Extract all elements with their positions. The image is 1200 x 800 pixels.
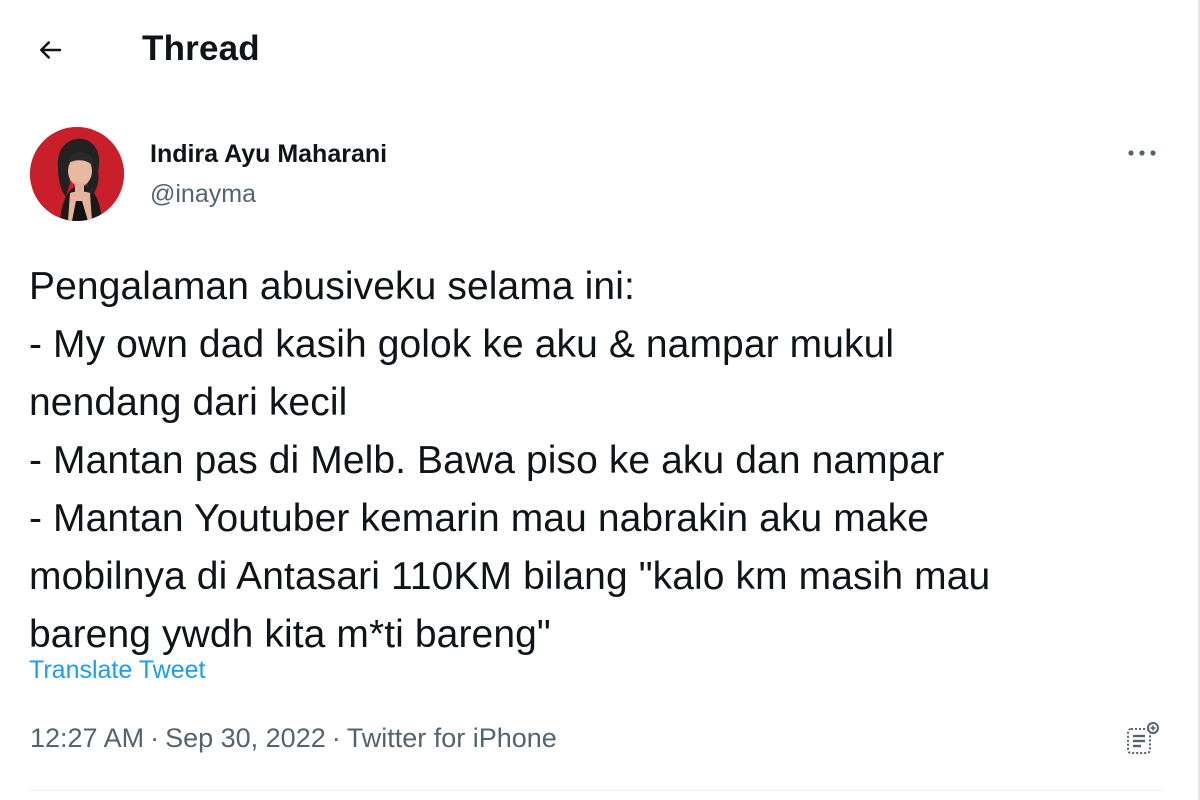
avatar[interactable]: [30, 127, 124, 221]
tweet-thread-page: Thread Indira Ayu Maharani @inayma Penga…: [0, 0, 1200, 800]
tweet-date[interactable]: Sep 30, 2022: [165, 723, 326, 753]
tweet-meta: 12:27 AM · Sep 30, 2022 · Twitter for iPhone: [30, 721, 557, 755]
analytics-button[interactable]: [1122, 718, 1164, 760]
tweet-source[interactable]: Twitter for iPhone: [347, 723, 557, 753]
analytics-icon: [1127, 722, 1159, 754]
tweet-text-line: Pengalaman abusiveku selama ini:: [29, 265, 635, 308]
translate-tweet-link[interactable]: Translate Tweet: [29, 654, 205, 686]
author-name[interactable]: Indira Ayu Maharani: [150, 138, 387, 170]
tweet-text-line: mobilnya di Antasari 110KM bilang "kalo …: [29, 555, 991, 598]
tweet-text: Pengalaman abusiveku selama ini: - My ow…: [29, 258, 1179, 664]
back-button[interactable]: [30, 30, 70, 70]
author-handle[interactable]: @inayma: [150, 178, 256, 210]
thread-header: Thread: [0, 0, 1198, 100]
meta-separator: ·: [150, 723, 160, 753]
divider: [29, 790, 1163, 791]
avatar-image: [30, 127, 124, 221]
more-horizontal-icon: [1128, 150, 1156, 156]
tweet-time[interactable]: 12:27 AM: [30, 723, 144, 753]
page-title: Thread: [142, 29, 260, 68]
tweet-text-line: - Mantan pas di Melb. Bawa piso ke aku d…: [29, 439, 945, 482]
tweet-text-line: - My own dad kasih golok ke aku & nampar…: [29, 323, 895, 366]
meta-separator: ·: [331, 723, 341, 753]
more-options-button[interactable]: [1120, 136, 1164, 170]
tweet-text-line: nendang dari kecil: [29, 381, 348, 424]
tweet-text-line: - Mantan Youtuber kemarin mau nabrakin a…: [29, 497, 930, 540]
arrow-left-icon: [40, 41, 62, 59]
